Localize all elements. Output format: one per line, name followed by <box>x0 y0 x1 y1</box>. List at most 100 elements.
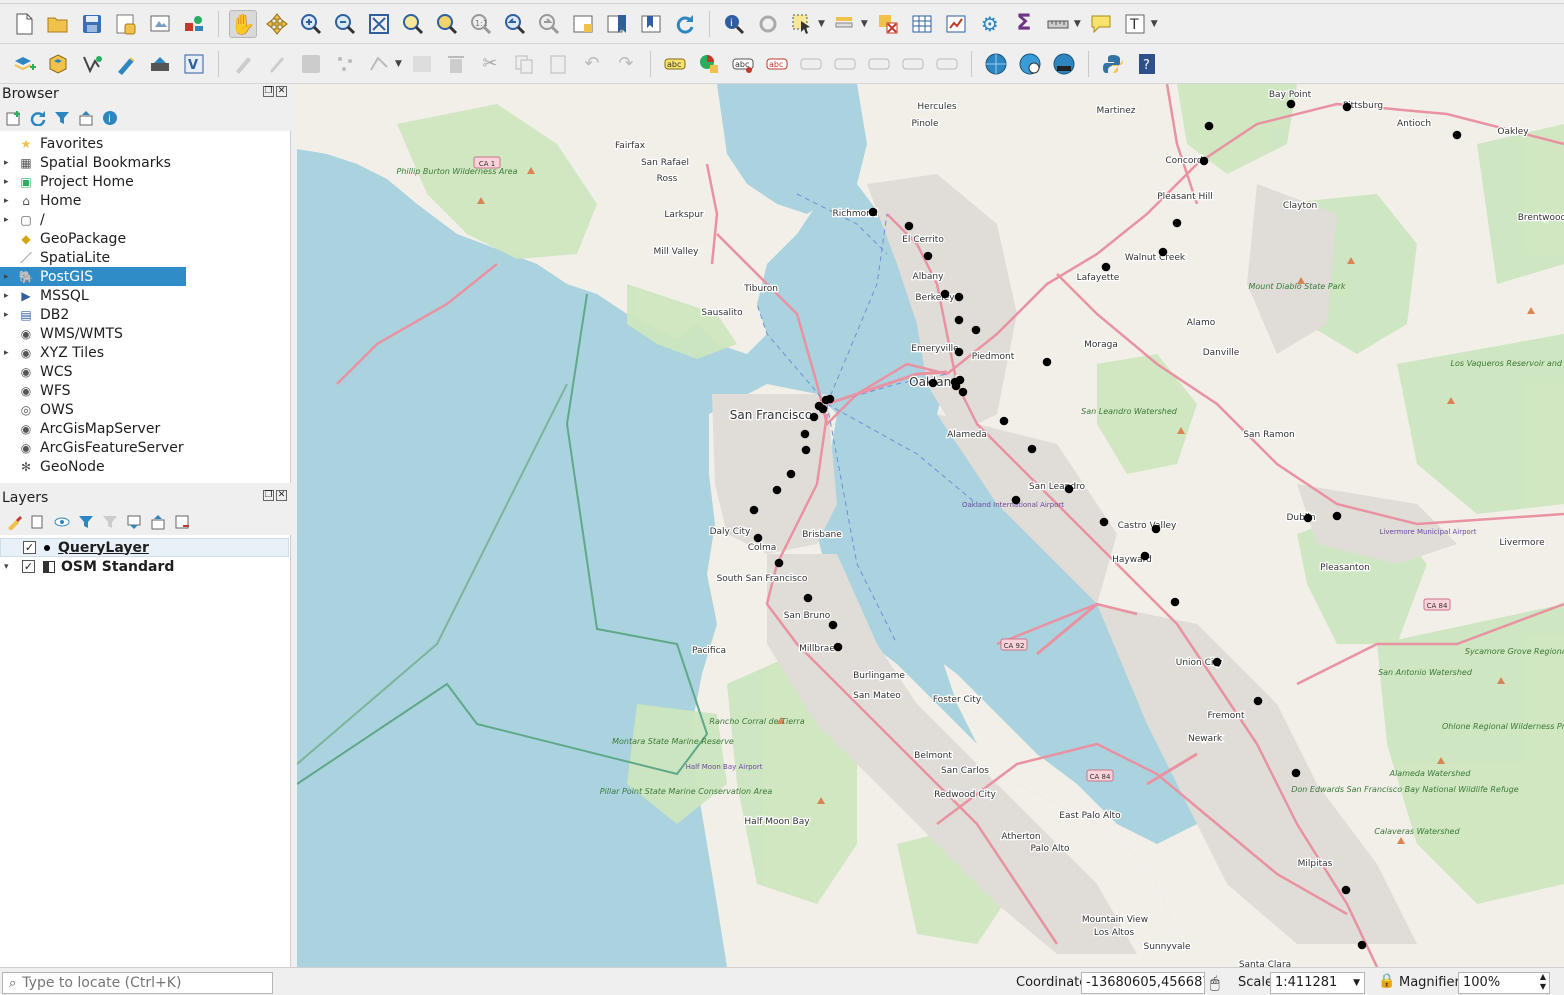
add-feature-icon[interactable] <box>331 50 359 78</box>
query-point[interactable] <box>1212 657 1222 667</box>
select-attribute-icon[interactable] <box>831 10 859 38</box>
browser-item-db2[interactable]: ▸ ▤ DB2 <box>0 305 290 324</box>
paste-icon[interactable] <box>544 50 572 78</box>
collapse-all-icon[interactable] <box>78 110 94 126</box>
query-point[interactable] <box>1151 524 1161 534</box>
close-icon[interactable]: ✕ <box>276 86 287 97</box>
query-point[interactable] <box>1158 247 1168 257</box>
new-map-view-icon[interactable] <box>569 10 597 38</box>
help-icon[interactable]: ? <box>1133 50 1161 78</box>
query-point[interactable] <box>801 445 811 455</box>
save-edits-icon[interactable] <box>297 50 325 78</box>
zoom-next-icon[interactable] <box>535 10 563 38</box>
query-point[interactable] <box>1342 102 1352 112</box>
refresh-icon[interactable] <box>671 10 699 38</box>
query-point[interactable] <box>954 347 964 357</box>
save-project-icon[interactable] <box>78 10 106 38</box>
query-point[interactable] <box>833 642 843 652</box>
query-point[interactable] <box>954 292 964 302</box>
query-point[interactable] <box>1011 495 1021 505</box>
magnifier-field[interactable]: 100% ▲ ▼ <box>1458 972 1550 994</box>
zoom-to-selection-icon[interactable] <box>399 10 427 38</box>
chevron-down-icon[interactable]: ▼ <box>1353 973 1360 993</box>
query-point[interactable] <box>1170 597 1180 607</box>
refresh-icon[interactable] <box>30 110 46 126</box>
add-spatialite-icon[interactable] <box>146 50 174 78</box>
browser-item-spatialite[interactable]: ／ SpatiaLite <box>0 248 290 267</box>
expand-arrow-icon[interactable]: ▸ <box>4 158 18 168</box>
query-point[interactable] <box>999 416 1009 426</box>
pin-label-icon[interactable]: abc <box>729 50 757 78</box>
query-point[interactable] <box>1140 551 1150 561</box>
expand-arrow-icon[interactable]: ▸ <box>4 291 18 301</box>
browser-item-home[interactable]: ▸ ⌂ Home <box>0 191 290 210</box>
remove-layer-icon[interactable] <box>174 514 190 530</box>
query-point[interactable] <box>940 289 950 299</box>
query-point[interactable] <box>772 485 782 495</box>
query-point[interactable] <box>1042 357 1052 367</box>
layer-row-querylayer[interactable]: ✓ QueryLayer <box>0 538 289 557</box>
show-bookmarks-icon[interactable] <box>637 10 665 38</box>
layer-name[interactable]: OSM Standard <box>61 559 174 575</box>
query-point[interactable] <box>1357 940 1367 950</box>
query-point[interactable] <box>814 401 824 411</box>
query-point[interactable] <box>1199 156 1209 166</box>
print-layout-icon[interactable] <box>146 10 174 38</box>
query-point[interactable] <box>1172 218 1182 228</box>
browser-item-geonode[interactable]: ✻ GeoNode <box>0 457 290 476</box>
expand-all-icon[interactable] <box>126 514 142 530</box>
query-point[interactable] <box>800 429 810 439</box>
expand-arrow-icon[interactable]: ▸ <box>4 177 18 187</box>
query-point[interactable] <box>786 469 796 479</box>
chevron-down-icon[interactable]: ▼ <box>1151 19 1158 29</box>
locator-bar[interactable]: ⌕ <box>2 972 273 994</box>
browser-item-xyz-tiles[interactable]: ▸ ◉ XYZ Tiles <box>0 343 290 362</box>
query-point[interactable] <box>923 251 933 261</box>
chevron-down-icon[interactable]: ▼ <box>861 19 868 29</box>
style-manager-icon[interactable] <box>180 10 208 38</box>
query-point[interactable] <box>774 558 784 568</box>
layer-visibility-checkbox[interactable]: ✓ <box>23 541 36 554</box>
locator-input[interactable] <box>22 975 263 991</box>
browser-item-ows[interactable]: ◎ OWS <box>0 400 290 419</box>
virtual-layer-icon[interactable]: V <box>180 50 208 78</box>
browser-item-wcs[interactable]: ◉ WCS <box>0 362 290 381</box>
delete-icon[interactable] <box>442 50 470 78</box>
map-canvas[interactable]: San FranciscoOaklandBerkeleyRichmondAlam… <box>297 84 1564 967</box>
query-point[interactable] <box>1101 262 1111 272</box>
query-point[interactable] <box>1303 513 1313 523</box>
copy-icon[interactable] <box>510 50 538 78</box>
attribute-table-icon[interactable] <box>908 10 936 38</box>
show-hide-label-icon[interactable] <box>899 50 927 78</box>
digitize-icon[interactable] <box>112 50 140 78</box>
query-point[interactable] <box>1452 130 1462 140</box>
browser-item-favorites[interactable]: ★ Favorites <box>0 134 290 153</box>
expand-arrow-icon[interactable]: ▸ <box>4 215 18 225</box>
move-label-icon[interactable] <box>797 50 825 78</box>
query-point[interactable] <box>1291 768 1301 778</box>
action-icon[interactable] <box>754 10 782 38</box>
filter-expression-icon[interactable] <box>102 514 118 530</box>
chevron-down-icon[interactable]: ▾ <box>4 562 22 572</box>
scale-field[interactable]: 1:411281 ▼ <box>1270 972 1365 994</box>
python-console-icon[interactable] <box>1099 50 1127 78</box>
browser-item-arcgisfeatureserver[interactable]: ◉ ArcGisFeatureServer <box>0 438 290 457</box>
query-point[interactable] <box>828 620 838 630</box>
undo-icon[interactable]: ↶ <box>578 50 606 78</box>
query-point[interactable] <box>821 395 831 405</box>
processing-toolbox-icon[interactable]: ⚙ <box>976 10 1004 38</box>
highlight-label-icon[interactable]: abc <box>763 50 791 78</box>
query-point[interactable] <box>1253 696 1263 706</box>
modify-attributes-icon[interactable] <box>408 50 436 78</box>
undock-icon[interactable]: ❐ <box>263 86 274 97</box>
new-project-icon[interactable] <box>10 10 38 38</box>
layer-name[interactable]: QueryLayer <box>58 540 149 556</box>
quickosm-icon[interactable] <box>1016 50 1044 78</box>
style-panel-icon[interactable] <box>6 514 22 530</box>
statistics-icon[interactable]: Σ <box>1010 10 1038 38</box>
query-point[interactable] <box>1332 511 1342 521</box>
browser-item-postgis[interactable]: ▸ 🐘 PostGIS <box>0 267 186 286</box>
browser-item-project-home[interactable]: ▸ ▣ Project Home <box>0 172 290 191</box>
rotate-label-icon[interactable] <box>831 50 859 78</box>
query-point[interactable] <box>904 221 914 231</box>
